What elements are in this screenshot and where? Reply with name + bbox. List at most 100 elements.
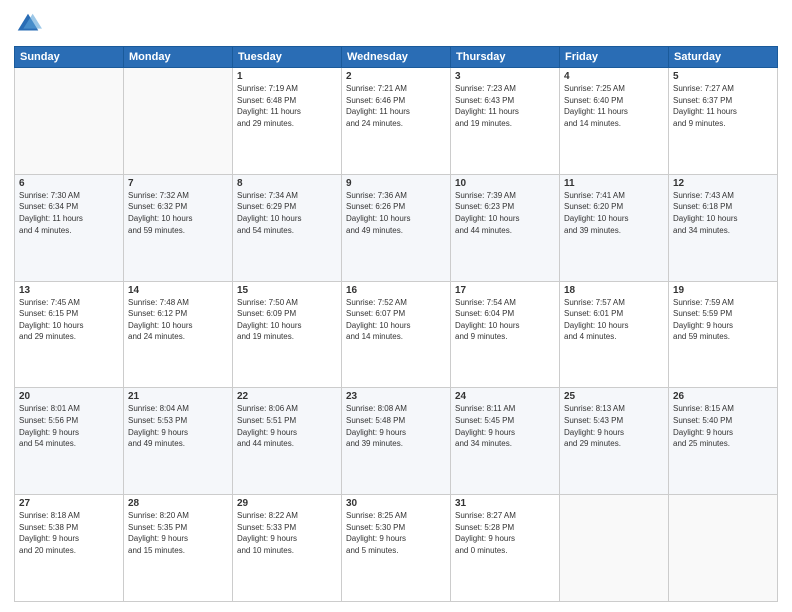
weekday-header-saturday: Saturday: [669, 47, 778, 68]
day-info: Sunrise: 7:23 AM Sunset: 6:43 PM Dayligh…: [455, 83, 555, 129]
day-info: Sunrise: 7:54 AM Sunset: 6:04 PM Dayligh…: [455, 297, 555, 343]
day-info: Sunrise: 7:21 AM Sunset: 6:46 PM Dayligh…: [346, 83, 446, 129]
day-number: 13: [19, 285, 119, 296]
calendar-cell: 26Sunrise: 8:15 AM Sunset: 5:40 PM Dayli…: [669, 388, 778, 495]
day-number: 6: [19, 178, 119, 189]
calendar-cell: 4Sunrise: 7:25 AM Sunset: 6:40 PM Daylig…: [560, 68, 669, 175]
day-number: 1: [237, 71, 337, 82]
day-info: Sunrise: 7:30 AM Sunset: 6:34 PM Dayligh…: [19, 190, 119, 236]
day-number: 31: [455, 498, 555, 509]
day-number: 8: [237, 178, 337, 189]
day-info: Sunrise: 7:48 AM Sunset: 6:12 PM Dayligh…: [128, 297, 228, 343]
day-number: 15: [237, 285, 337, 296]
day-info: Sunrise: 8:18 AM Sunset: 5:38 PM Dayligh…: [19, 510, 119, 556]
calendar-cell: 17Sunrise: 7:54 AM Sunset: 6:04 PM Dayli…: [451, 281, 560, 388]
day-info: Sunrise: 8:25 AM Sunset: 5:30 PM Dayligh…: [346, 510, 446, 556]
calendar-cell: 2Sunrise: 7:21 AM Sunset: 6:46 PM Daylig…: [342, 68, 451, 175]
calendar-cell: 25Sunrise: 8:13 AM Sunset: 5:43 PM Dayli…: [560, 388, 669, 495]
calendar-week-3: 13Sunrise: 7:45 AM Sunset: 6:15 PM Dayli…: [15, 281, 778, 388]
weekday-header-sunday: Sunday: [15, 47, 124, 68]
calendar-cell: 28Sunrise: 8:20 AM Sunset: 5:35 PM Dayli…: [124, 495, 233, 602]
calendar-week-5: 27Sunrise: 8:18 AM Sunset: 5:38 PM Dayli…: [15, 495, 778, 602]
day-number: 17: [455, 285, 555, 296]
logo-icon: [14, 10, 42, 38]
calendar-cell: 16Sunrise: 7:52 AM Sunset: 6:07 PM Dayli…: [342, 281, 451, 388]
calendar-cell: 22Sunrise: 8:06 AM Sunset: 5:51 PM Dayli…: [233, 388, 342, 495]
day-info: Sunrise: 8:22 AM Sunset: 5:33 PM Dayligh…: [237, 510, 337, 556]
calendar-cell: 10Sunrise: 7:39 AM Sunset: 6:23 PM Dayli…: [451, 174, 560, 281]
calendar-week-2: 6Sunrise: 7:30 AM Sunset: 6:34 PM Daylig…: [15, 174, 778, 281]
day-number: 18: [564, 285, 664, 296]
weekday-header-row: SundayMondayTuesdayWednesdayThursdayFrid…: [15, 47, 778, 68]
day-info: Sunrise: 7:39 AM Sunset: 6:23 PM Dayligh…: [455, 190, 555, 236]
day-info: Sunrise: 7:36 AM Sunset: 6:26 PM Dayligh…: [346, 190, 446, 236]
calendar-cell: 15Sunrise: 7:50 AM Sunset: 6:09 PM Dayli…: [233, 281, 342, 388]
calendar-cell: [15, 68, 124, 175]
logo: [14, 10, 46, 38]
day-info: Sunrise: 7:43 AM Sunset: 6:18 PM Dayligh…: [673, 190, 773, 236]
day-number: 25: [564, 391, 664, 402]
day-number: 7: [128, 178, 228, 189]
day-info: Sunrise: 7:32 AM Sunset: 6:32 PM Dayligh…: [128, 190, 228, 236]
day-number: 28: [128, 498, 228, 509]
day-number: 30: [346, 498, 446, 509]
calendar-cell: 20Sunrise: 8:01 AM Sunset: 5:56 PM Dayli…: [15, 388, 124, 495]
calendar-cell: 5Sunrise: 7:27 AM Sunset: 6:37 PM Daylig…: [669, 68, 778, 175]
day-number: 2: [346, 71, 446, 82]
weekday-header-thursday: Thursday: [451, 47, 560, 68]
weekday-header-wednesday: Wednesday: [342, 47, 451, 68]
day-number: 26: [673, 391, 773, 402]
day-number: 10: [455, 178, 555, 189]
calendar-cell: [669, 495, 778, 602]
day-info: Sunrise: 7:25 AM Sunset: 6:40 PM Dayligh…: [564, 83, 664, 129]
calendar-cell: 29Sunrise: 8:22 AM Sunset: 5:33 PM Dayli…: [233, 495, 342, 602]
day-number: 24: [455, 391, 555, 402]
calendar-week-4: 20Sunrise: 8:01 AM Sunset: 5:56 PM Dayli…: [15, 388, 778, 495]
day-number: 14: [128, 285, 228, 296]
day-number: 4: [564, 71, 664, 82]
calendar-cell: 21Sunrise: 8:04 AM Sunset: 5:53 PM Dayli…: [124, 388, 233, 495]
calendar-cell: 6Sunrise: 7:30 AM Sunset: 6:34 PM Daylig…: [15, 174, 124, 281]
day-info: Sunrise: 7:52 AM Sunset: 6:07 PM Dayligh…: [346, 297, 446, 343]
day-info: Sunrise: 7:41 AM Sunset: 6:20 PM Dayligh…: [564, 190, 664, 236]
calendar-cell: 9Sunrise: 7:36 AM Sunset: 6:26 PM Daylig…: [342, 174, 451, 281]
day-number: 16: [346, 285, 446, 296]
day-info: Sunrise: 7:34 AM Sunset: 6:29 PM Dayligh…: [237, 190, 337, 236]
calendar-cell: 30Sunrise: 8:25 AM Sunset: 5:30 PM Dayli…: [342, 495, 451, 602]
day-number: 20: [19, 391, 119, 402]
calendar-cell: 13Sunrise: 7:45 AM Sunset: 6:15 PM Dayli…: [15, 281, 124, 388]
calendar-cell: 8Sunrise: 7:34 AM Sunset: 6:29 PM Daylig…: [233, 174, 342, 281]
day-info: Sunrise: 8:01 AM Sunset: 5:56 PM Dayligh…: [19, 403, 119, 449]
calendar-table: SundayMondayTuesdayWednesdayThursdayFrid…: [14, 46, 778, 602]
day-info: Sunrise: 8:20 AM Sunset: 5:35 PM Dayligh…: [128, 510, 228, 556]
day-number: 22: [237, 391, 337, 402]
day-info: Sunrise: 8:13 AM Sunset: 5:43 PM Dayligh…: [564, 403, 664, 449]
calendar-cell: 18Sunrise: 7:57 AM Sunset: 6:01 PM Dayli…: [560, 281, 669, 388]
day-info: Sunrise: 8:08 AM Sunset: 5:48 PM Dayligh…: [346, 403, 446, 449]
calendar-cell: 14Sunrise: 7:48 AM Sunset: 6:12 PM Dayli…: [124, 281, 233, 388]
day-number: 12: [673, 178, 773, 189]
calendar-cell: 27Sunrise: 8:18 AM Sunset: 5:38 PM Dayli…: [15, 495, 124, 602]
day-number: 3: [455, 71, 555, 82]
calendar-cell: 11Sunrise: 7:41 AM Sunset: 6:20 PM Dayli…: [560, 174, 669, 281]
day-info: Sunrise: 7:45 AM Sunset: 6:15 PM Dayligh…: [19, 297, 119, 343]
day-number: 5: [673, 71, 773, 82]
day-number: 21: [128, 391, 228, 402]
day-info: Sunrise: 8:15 AM Sunset: 5:40 PM Dayligh…: [673, 403, 773, 449]
day-number: 27: [19, 498, 119, 509]
day-number: 23: [346, 391, 446, 402]
calendar-cell: 3Sunrise: 7:23 AM Sunset: 6:43 PM Daylig…: [451, 68, 560, 175]
day-number: 11: [564, 178, 664, 189]
day-info: Sunrise: 7:59 AM Sunset: 5:59 PM Dayligh…: [673, 297, 773, 343]
calendar-cell: 24Sunrise: 8:11 AM Sunset: 5:45 PM Dayli…: [451, 388, 560, 495]
calendar-cell: 19Sunrise: 7:59 AM Sunset: 5:59 PM Dayli…: [669, 281, 778, 388]
calendar-cell: 23Sunrise: 8:08 AM Sunset: 5:48 PM Dayli…: [342, 388, 451, 495]
calendar-cell: [124, 68, 233, 175]
weekday-header-friday: Friday: [560, 47, 669, 68]
calendar-cell: 1Sunrise: 7:19 AM Sunset: 6:48 PM Daylig…: [233, 68, 342, 175]
calendar-cell: 31Sunrise: 8:27 AM Sunset: 5:28 PM Dayli…: [451, 495, 560, 602]
calendar-cell: [560, 495, 669, 602]
day-info: Sunrise: 8:06 AM Sunset: 5:51 PM Dayligh…: [237, 403, 337, 449]
day-number: 29: [237, 498, 337, 509]
day-info: Sunrise: 7:50 AM Sunset: 6:09 PM Dayligh…: [237, 297, 337, 343]
